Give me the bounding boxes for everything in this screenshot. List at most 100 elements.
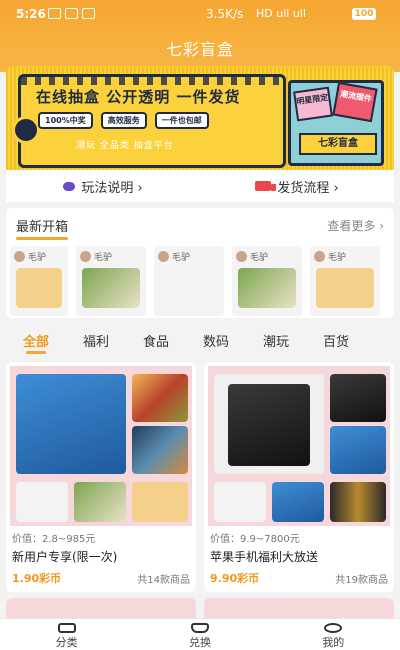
tab-toys[interactable]: 潮玩 [246, 326, 306, 356]
signal-icons: HD ull ull [256, 7, 306, 20]
user-name: 毛驴 [172, 253, 191, 263]
banner-sticker: 潮流摆件 [332, 81, 378, 123]
product-image [132, 482, 188, 522]
banner-tag: 高效服务 [100, 112, 147, 129]
product-collage [10, 366, 192, 526]
promo-banner[interactable]: 在线抽盒 公开透明 一件发货 100%中奖 高效服务 一件也包邮 潮玩 全品类 … [6, 66, 394, 176]
tab-food[interactable]: 食品 [126, 326, 186, 356]
user-name: 毛驴 [28, 253, 47, 263]
latest-card[interactable]: 毛驴 [310, 246, 380, 316]
user-name: 毛驴 [328, 253, 347, 263]
banner-subline: 潮玩 全品类 抽盒平台 [76, 141, 174, 151]
tab-exchange[interactable]: 兑换 [133, 619, 266, 650]
bottom-tab-bar: 分类 兑换 我的 [0, 618, 400, 650]
product-image [228, 384, 310, 466]
product-image [238, 268, 296, 308]
shipping-process-label: 发货流程 › [277, 180, 339, 196]
product-count: 共14款商品 [137, 575, 190, 586]
user-name: 毛驴 [250, 253, 269, 263]
tab-welfare[interactable]: 福利 [66, 326, 126, 356]
product-image [330, 482, 386, 522]
battery-icon: 100 [352, 8, 376, 20]
avatar [80, 251, 91, 262]
tab-category[interactable]: 分类 [0, 619, 133, 650]
app-root: 5:26 3.5K/s HD ull ull 100 七彩盲盒 在线抽盒 公开透… [0, 0, 400, 650]
category-tabs: 全部 福利 食品 数码 潮玩 百货 [6, 326, 394, 356]
banner-image: 在线抽盒 公开透明 一件发货 100%中奖 高效服务 一件也包邮 潮玩 全品类 … [6, 66, 394, 176]
product-image [132, 374, 188, 422]
latest-card[interactable]: 毛驴 [154, 246, 224, 316]
product-image [160, 268, 218, 308]
product-card[interactable]: 价值：2.8~985元 新用户专享(限一次) 1.90彩币 共14款商品 [6, 362, 196, 592]
latest-card[interactable]: 毛驴 [76, 246, 146, 316]
tab-label: 分类 [55, 636, 78, 649]
banner-side-box: 明星限定 潮流摆件 七彩盲盒 [288, 80, 384, 166]
avatar [236, 251, 247, 262]
status-bar: 5:26 3.5K/s HD ull ull 100 [0, 0, 400, 28]
product-price: 价值：2.8~985元 [12, 534, 96, 545]
header: 5:26 3.5K/s HD ull ull 100 七彩盲盒 [0, 0, 400, 72]
banner-sticker: 明星限定 [293, 86, 333, 122]
tab-label: 我的 [322, 636, 345, 649]
product-price: 价值：9.9~7800元 [210, 534, 300, 545]
avatar [158, 251, 169, 262]
mail-icon [82, 8, 95, 19]
tab-me[interactable]: 我的 [267, 619, 400, 650]
latest-card[interactable]: 毛驴 [10, 246, 68, 316]
card-user: 毛驴 [236, 250, 268, 263]
quick-links: 玩法说明 › 发货流程 › [6, 170, 394, 202]
card-user: 毛驴 [314, 250, 346, 263]
product-image [316, 268, 374, 308]
bag-icon [57, 623, 76, 633]
product-image [330, 374, 386, 422]
network-speed: 3.5K/s [206, 7, 244, 21]
tab-goods[interactable]: 百货 [306, 326, 366, 356]
product-image [330, 426, 386, 474]
product-count: 共19款商品 [335, 575, 388, 586]
user-name: 毛驴 [94, 253, 113, 263]
banner-tag: 100%中奖 [38, 112, 93, 129]
product-image [272, 482, 324, 522]
product-name: 新用户专享(限一次) [12, 550, 118, 564]
banner-tag: 一件也包邮 [154, 112, 209, 129]
section-title: 最新开箱 [16, 216, 69, 240]
card-user: 毛驴 [158, 250, 190, 263]
play-guide-link[interactable]: 玩法说明 › [6, 170, 200, 202]
product-image [214, 482, 266, 522]
exchange-icon [190, 623, 209, 633]
notification-icons [48, 8, 95, 19]
product-collage [208, 366, 390, 526]
truck-icon [255, 181, 277, 191]
banner-headline: 在线抽盒 公开透明 一件发货 [36, 88, 241, 106]
product-card[interactable]: 价值：9.9~7800元 苹果手机福利大放送 9.90彩币 共19款商品 [204, 362, 394, 592]
product-image [16, 374, 126, 474]
user-icon [324, 623, 343, 633]
card-user: 毛驴 [14, 250, 46, 263]
product-image [16, 268, 62, 308]
card-user: 毛驴 [80, 250, 112, 263]
notification-icon [48, 8, 61, 19]
banner-dots [21, 77, 283, 85]
capsule-icon [63, 181, 76, 191]
latest-card[interactable]: 毛驴 [232, 246, 302, 316]
product-image [74, 482, 126, 522]
banner-logo: 七彩盲盒 [299, 133, 377, 155]
product-image [16, 482, 68, 522]
wechat-icon [65, 8, 78, 19]
see-more-link[interactable]: 查看更多 › [327, 217, 384, 234]
tab-all[interactable]: 全部 [6, 326, 66, 356]
product-grid: 价值：2.8~985元 新用户专享(限一次) 1.90彩币 共14款商品 价值：… [6, 362, 394, 592]
tab-digital[interactable]: 数码 [186, 326, 246, 356]
status-time: 5:26 [16, 7, 46, 21]
page-title: 七彩盲盒 [165, 40, 234, 59]
tab-label: 兑换 [188, 636, 211, 649]
product-coin-price: 1.90彩币 [12, 572, 62, 585]
avatar [314, 251, 325, 262]
prize-cup-icon [12, 116, 40, 144]
latest-cards: 毛驴 毛驴 毛驴 毛驴 毛驴 [10, 246, 392, 316]
product-image [82, 268, 140, 308]
latest-openings: 最新开箱 查看更多 › 毛驴 毛驴 毛驴 毛驴 毛驴 [6, 208, 394, 318]
product-name: 苹果手机福利大放送 [210, 550, 319, 564]
shipping-process-link[interactable]: 发货流程 › [200, 170, 394, 202]
avatar [14, 251, 25, 262]
